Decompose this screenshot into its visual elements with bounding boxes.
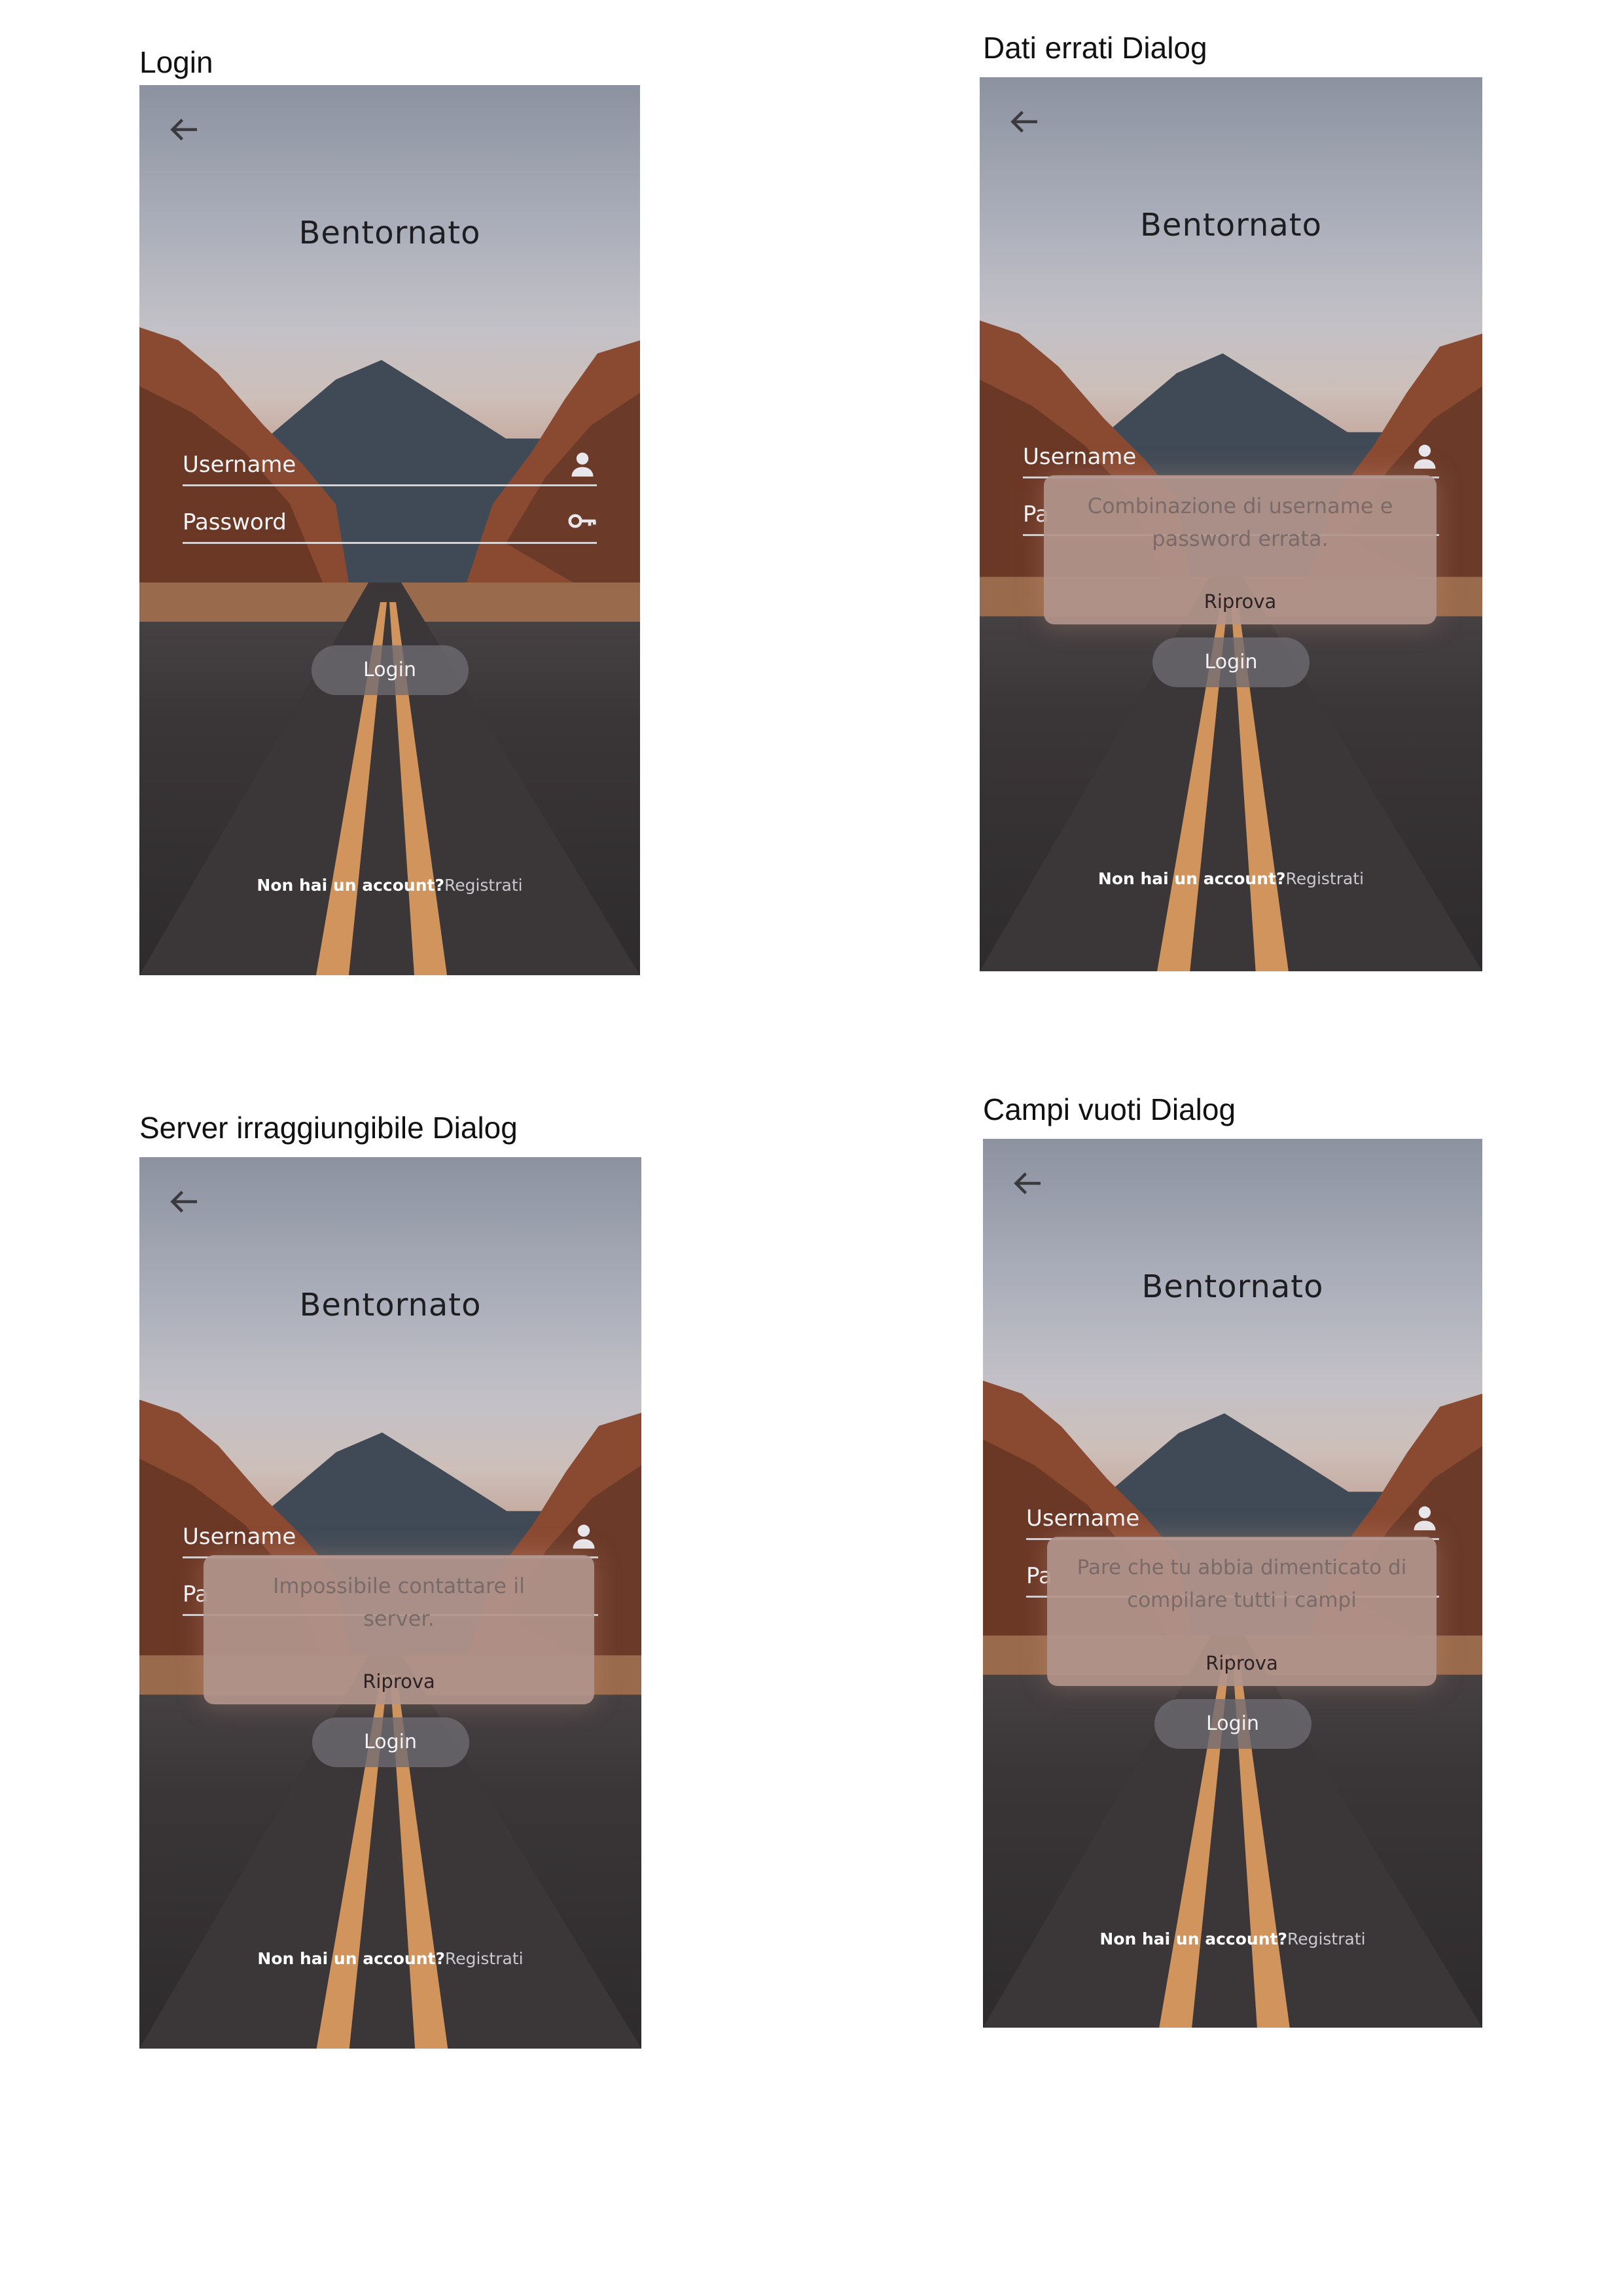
dialog-message: Pare che tu abbia dimenticato di compila… [1077,1556,1407,1612]
error-dialog: Impossibile contattare il server. Riprov… [204,1555,594,1704]
arrow-left-icon[interactable] [1005,102,1044,141]
login-button[interactable]: Login [1154,1699,1311,1749]
page-title: Bentornato [1141,1268,1324,1305]
password-label: Password [183,509,287,535]
error-dialog: Pare che tu abbia dimenticato di compila… [1047,1537,1436,1686]
arrow-left-icon[interactable] [1008,1164,1047,1203]
username-label: Username [183,452,296,478]
retry-button[interactable]: Riprova [1044,590,1436,613]
panel-caption-empty-fields: Campi vuoti Dialog [983,1092,1236,1126]
register-link[interactable]: Registrati [1285,869,1364,888]
signup-question: Non hai un account? [1097,869,1286,888]
password-field[interactable]: Password [183,496,597,544]
username-field[interactable]: Username [1023,431,1439,478]
login-screen: Bentornato Username Password Login Non h… [139,85,640,975]
panel-caption-server-unreachable: Server irraggiungibile Dialog [139,1111,518,1145]
panel-caption-wrong-credentials: Dati errati Dialog [983,31,1207,65]
username-field[interactable]: Username [183,439,597,486]
signup-prompt: Non hai un account?Registrati [139,876,640,895]
login-button[interactable]: Login [1152,637,1310,687]
login-button[interactable]: Login [311,645,469,695]
username-field[interactable]: Username [1026,1492,1439,1540]
user-icon [1414,1506,1436,1531]
dialog-message: Impossibile contattare il server. [272,1573,526,1631]
retry-button[interactable]: Riprova [1047,1652,1436,1674]
page-title: Bentornato [299,1287,482,1323]
signup-prompt: Non hai un account?Registrati [983,1929,1482,1948]
register-link[interactable]: Registrati [445,1949,524,1968]
signup-prompt: Non hai un account?Registrati [980,869,1482,888]
login-button[interactable]: Login [312,1717,469,1767]
register-link[interactable]: Registrati [1287,1929,1366,1948]
panel-caption-login: Login [139,45,213,79]
username-field[interactable]: Username [183,1511,598,1558]
arrow-left-icon[interactable] [164,1182,204,1221]
signup-prompt: Non hai un account?Registrati [139,1949,641,1968]
empty-fields-screen: Bentornato Username Pa Pare che tu abbia… [983,1139,1482,2028]
arrow-left-icon[interactable] [164,110,204,149]
user-icon [573,1524,595,1549]
server-unreachable-screen: Bentornato Username Pa Impossibile conta… [139,1157,641,2049]
signup-question: Non hai un account? [257,1949,445,1968]
username-label: Username [183,1524,296,1550]
signup-question: Non hai un account? [1099,1929,1287,1948]
page-title: Bentornato [298,215,481,251]
user-icon [1414,444,1436,469]
username-label: Username [1026,1505,1140,1532]
user-icon [571,452,594,477]
register-link[interactable]: Registrati [444,876,523,895]
username-label: Username [1023,444,1137,470]
signup-question: Non hai un account? [257,876,444,895]
dialog-message: Combinazione di username e password erra… [1087,493,1393,551]
retry-button[interactable]: Riprova [204,1670,594,1693]
key-icon [568,514,596,528]
error-dialog: Combinazione di username e password erra… [1044,475,1436,624]
page-title: Bentornato [1140,207,1322,243]
wrong-credentials-screen: Bentornato Username Pa Combinazione di u… [980,77,1482,971]
